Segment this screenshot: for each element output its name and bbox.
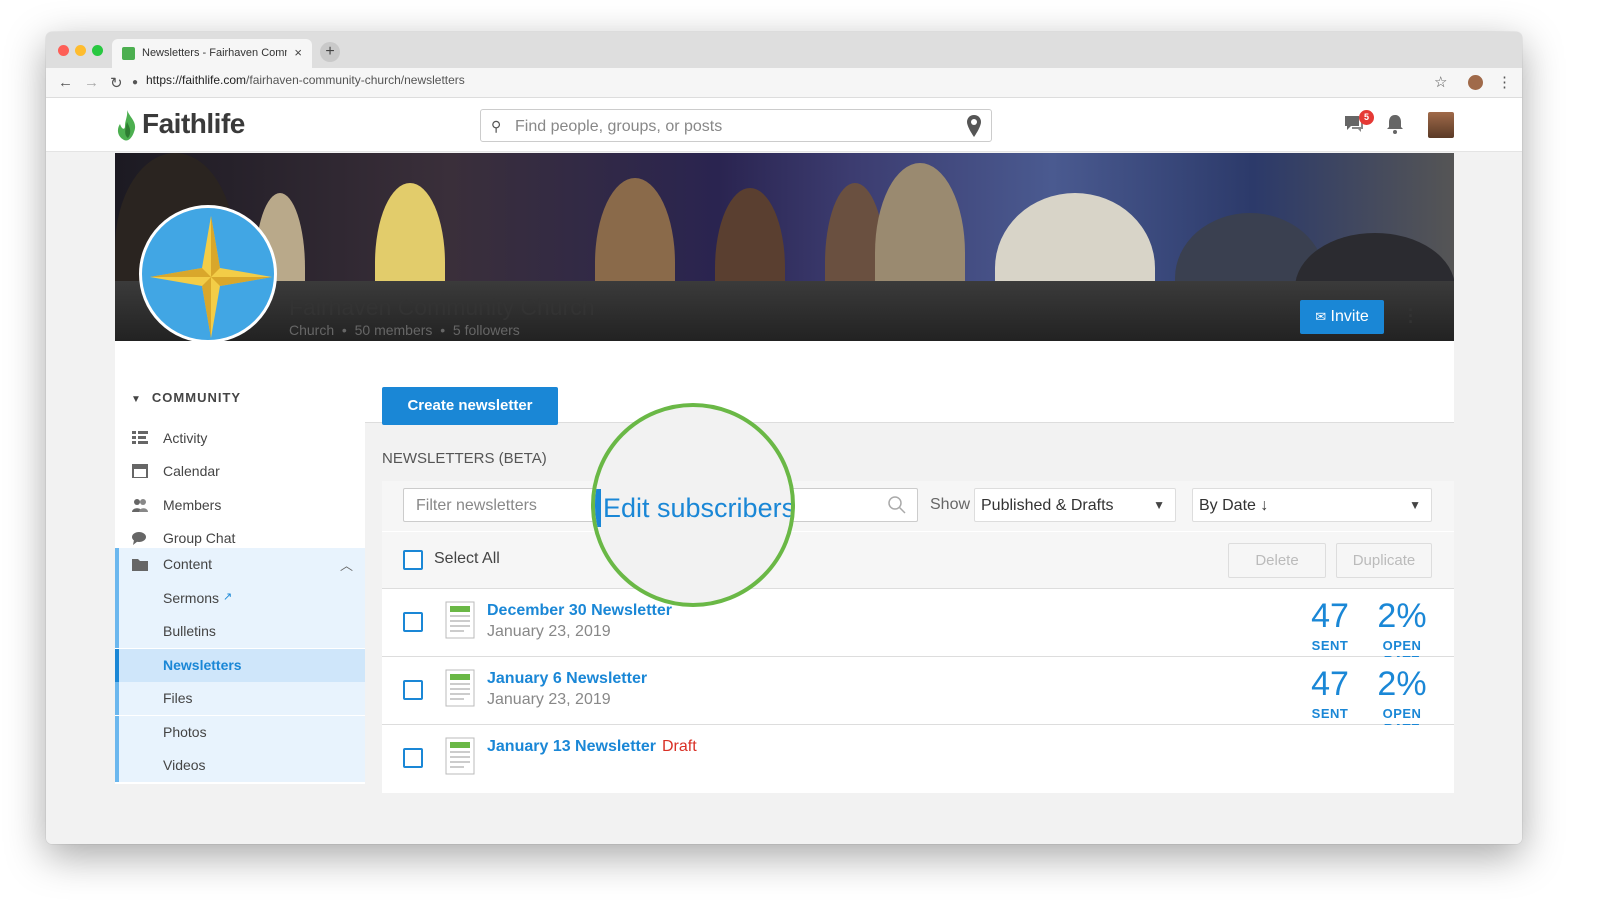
reload-icon[interactable]: ↻ xyxy=(110,74,123,92)
maximize-window-button[interactable] xyxy=(92,45,103,56)
group-meta: Church • 50 members • 5 followers xyxy=(289,322,520,338)
newsletter-date: January 23, 2019 xyxy=(487,623,611,640)
lock-icon: ● xyxy=(132,77,139,88)
newsletter-row[interactable]: January 13 Newsletter Draft xyxy=(382,725,1454,793)
filter-bar: Filter newsletters Show Published & Draf… xyxy=(382,481,1454,531)
sidebar-item-members[interactable]: Members xyxy=(115,489,365,522)
address-bar: ← → ↻ ● https://faithlife.com/fairhaven-… xyxy=(46,68,1522,98)
sidebar-item-videos[interactable]: Videos xyxy=(115,749,365,782)
forward-icon[interactable]: → xyxy=(84,74,99,91)
select-all-checkbox[interactable] xyxy=(403,550,423,570)
newsletter-row[interactable]: January 6 Newsletter January 23, 2019 47… xyxy=(382,657,1454,736)
tab-close-icon[interactable]: × xyxy=(294,45,302,60)
duplicate-button[interactable]: Duplicate xyxy=(1336,543,1432,578)
sidebar-item-content[interactable]: Content ︿ xyxy=(115,548,365,582)
row-checkbox[interactable] xyxy=(403,748,423,768)
minimize-window-button[interactable] xyxy=(75,45,86,56)
tab-bar: Newsletters - Fairhaven Comm × + xyxy=(46,32,1522,68)
dropdown-arrow-icon: ▼ xyxy=(1409,498,1421,512)
members-link[interactable]: 50 members xyxy=(355,322,433,338)
search-bar[interactable]: ⚲ Find people, groups, or posts xyxy=(480,109,992,142)
envelope-icon: ✉ xyxy=(1315,309,1327,324)
browser-tab[interactable]: Newsletters - Fairhaven Comm × xyxy=(112,39,312,68)
sidebar-item-sermons[interactable]: Sermons ↗ xyxy=(115,582,365,615)
followers-link[interactable]: 5 followers xyxy=(453,322,520,338)
sent-label: SENT xyxy=(1311,706,1349,721)
newsletter-row[interactable]: December 30 Newsletter January 23, 2019 … xyxy=(382,589,1454,668)
calendar-icon xyxy=(132,464,148,478)
edit-subscribers-highlight: Edit subscribers xyxy=(591,403,795,607)
community-heading[interactable]: ▼ COMMUNITY xyxy=(131,390,241,405)
select-all-label[interactable]: Select All xyxy=(434,550,500,568)
browser-window: Newsletters - Fairhaven Comm × + ← → ↻ ●… xyxy=(46,32,1522,844)
chat-icon xyxy=(132,532,146,545)
create-newsletter-button[interactable]: Create newsletter xyxy=(382,387,558,425)
faithlife-logo[interactable]: Faithlife xyxy=(116,108,245,142)
newsletter-title-link[interactable]: December 30 Newsletter xyxy=(487,602,672,620)
bell-icon[interactable] xyxy=(1386,114,1404,134)
browser-menu-icon[interactable]: ⋮ xyxy=(1497,73,1512,91)
newsletters-panel: Filter newsletters Show Published & Draf… xyxy=(382,481,1454,793)
bookmark-star-icon[interactable]: ☆ xyxy=(1434,73,1447,91)
search-placeholder: Find people, groups, or posts xyxy=(515,118,723,135)
newsletter-document-icon xyxy=(445,601,475,639)
tab-title: Newsletters - Fairhaven Comm xyxy=(142,47,287,59)
church-logo xyxy=(139,205,277,343)
url-field[interactable]: https://faithlife.com/fairhaven-communit… xyxy=(146,73,465,87)
open-rate-value: 2% xyxy=(1377,597,1427,635)
sidebar-item-files[interactable]: Files xyxy=(115,682,365,715)
sidebar-item-newsletters[interactable]: Newsletters xyxy=(115,649,365,682)
activity-icon xyxy=(132,431,148,444)
sidebar-item-photos[interactable]: Photos xyxy=(115,716,365,749)
sent-count: 47 xyxy=(1311,597,1349,635)
compass-star-icon xyxy=(150,216,272,338)
delete-button[interactable]: Delete xyxy=(1228,543,1326,578)
newsletter-document-icon xyxy=(445,669,475,707)
show-filter-select[interactable]: Published & Drafts ▼ xyxy=(974,488,1176,522)
group-name: Fairhaven Community Church xyxy=(289,294,595,320)
invite-button[interactable]: ✉ Invite xyxy=(1300,300,1384,334)
members-icon xyxy=(132,499,148,512)
select-all-bar: Select All Delete Duplicate xyxy=(382,532,1454,589)
folder-icon xyxy=(132,559,148,571)
newsletter-document-icon xyxy=(445,737,475,775)
sidebar-item-bulletins[interactable]: Bulletins xyxy=(115,615,365,648)
newsletter-title-link[interactable]: January 6 Newsletter xyxy=(487,670,647,688)
sent-label: SENT xyxy=(1311,638,1349,653)
chevron-up-icon: ︿ xyxy=(339,558,353,573)
edit-subscribers-link[interactable]: Edit subscribers xyxy=(603,493,791,524)
newsletter-date: January 23, 2019 xyxy=(487,691,611,708)
search-icon xyxy=(888,496,906,514)
flame-logo-icon xyxy=(117,109,136,141)
caret-down-icon: ▼ xyxy=(131,394,142,405)
newsletter-title-link[interactable]: January 13 Newsletter Draft xyxy=(487,738,697,756)
back-icon[interactable]: ← xyxy=(58,74,73,91)
location-pin-icon[interactable] xyxy=(967,115,981,137)
sort-select[interactable]: By Date ↓ ▼ xyxy=(1192,488,1432,522)
external-link-icon: ↗ xyxy=(223,591,233,603)
sidebar: ▼ COMMUNITY Activity Calendar Members Gro… xyxy=(115,374,365,784)
profile-avatar-icon[interactable] xyxy=(1468,75,1483,90)
sidebar-item-calendar[interactable]: Calendar xyxy=(115,455,365,488)
sent-count: 47 xyxy=(1311,665,1349,703)
notification-count-badge: 5 xyxy=(1359,110,1374,125)
sidebar-item-activity[interactable]: Activity xyxy=(115,422,365,455)
draft-badge: Draft xyxy=(661,738,697,755)
site-header: Faithlife ⚲ Find people, groups, or post… xyxy=(46,98,1522,152)
section-title: NEWSLETTERS (BETA) xyxy=(382,450,547,467)
open-rate-value: 2% xyxy=(1377,665,1427,703)
faithlife-favicon-icon xyxy=(122,47,135,60)
row-checkbox[interactable] xyxy=(403,612,423,632)
search-icon: ⚲ xyxy=(491,118,502,134)
dropdown-arrow-icon: ▼ xyxy=(1153,498,1165,512)
new-tab-button[interactable]: + xyxy=(320,42,340,62)
close-window-button[interactable] xyxy=(58,45,69,56)
row-checkbox[interactable] xyxy=(403,680,423,700)
more-options-icon[interactable]: · · · xyxy=(1408,301,1414,331)
show-label: Show xyxy=(930,496,971,513)
user-avatar[interactable] xyxy=(1428,112,1454,138)
